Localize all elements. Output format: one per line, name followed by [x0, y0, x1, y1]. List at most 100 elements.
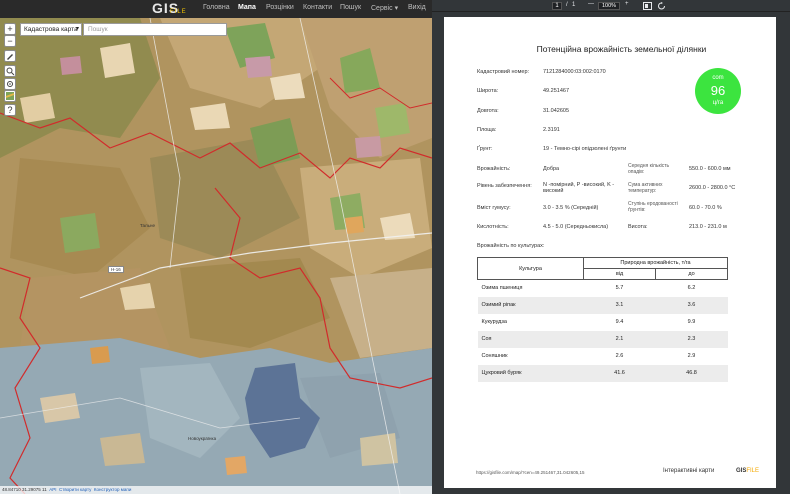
yield-from: 2.6 — [615, 353, 624, 359]
table-row: Цукровий буряк 41.6 46.8 — [477, 364, 728, 382]
temperature-value: 2600.0 - 2800.0 °C — [689, 185, 736, 191]
nav-home[interactable]: Головна — [203, 4, 230, 11]
crop-yield-table: Культура Природна врожайність, т/га від … — [477, 257, 728, 382]
area-value: 2.3191 — [543, 127, 560, 133]
badge-top-text: com — [712, 75, 724, 81]
zoom-out-button[interactable]: − — [4, 35, 16, 47]
yield-to: 6.2 — [687, 285, 696, 292]
supply-label: Рівень забезпечення: — [477, 183, 532, 189]
precipitation-label: Середня кількість опадів: — [628, 163, 670, 175]
temperature-label: Сума активних температур: — [628, 182, 663, 194]
search-tool-button[interactable] — [4, 65, 16, 77]
acidity-value: 4.5 - 5.0 (Середньокисла) — [543, 224, 609, 230]
nav-logout[interactable]: Вихід — [408, 4, 426, 11]
page-total: 1 — [572, 2, 576, 8]
crop-name: Соняшник — [481, 353, 508, 359]
area-label: Площа: — [477, 127, 497, 133]
height-value: 213.0 - 231.0 м — [689, 224, 727, 230]
yield-from: 41.6 — [583, 364, 656, 382]
precipitation-value: 550.0 - 600.0 мм — [689, 166, 731, 172]
yield-from: 3.1 — [583, 296, 656, 314]
nav-search[interactable]: Пошук — [340, 4, 361, 11]
layers-button[interactable] — [4, 90, 16, 102]
yield-to: 2.9 — [687, 353, 696, 359]
column-from: від — [583, 268, 656, 280]
target-icon — [7, 81, 13, 87]
footer-logo: GISFILE — [736, 468, 759, 474]
crops-heading: Врожайність по культурах: — [477, 243, 545, 249]
longitude-label: Довгота: — [477, 108, 499, 114]
rotate-icon[interactable] — [657, 2, 666, 10]
nav-pricing[interactable]: Розцінки — [266, 4, 294, 11]
crop-name: Озимий ріпак — [477, 296, 584, 314]
humus-label: Вміст гумусу: — [477, 205, 511, 211]
crop-name: Озима пшениця — [481, 285, 523, 292]
crop-name: Соя — [477, 330, 584, 348]
place-label: Тальне — [140, 223, 156, 228]
yield-from: 9.4 — [615, 319, 624, 325]
logo-subtext: FILE — [170, 9, 187, 15]
nav-contacts[interactable]: Контакти — [303, 4, 332, 11]
supply-value: N -помірний, P -високий, K - високий — [543, 182, 615, 194]
crop-name: Кукурудза — [481, 319, 507, 325]
create-map-link[interactable]: Створити карту — [59, 487, 91, 492]
chevron-down-icon: ▾ — [75, 26, 79, 32]
column-to: до — [655, 268, 728, 280]
map-attribution: 48.84710 31.29075 11 API Створити карту … — [0, 486, 432, 494]
draw-tool-button[interactable] — [4, 50, 16, 62]
layers-icon — [5, 92, 15, 100]
badge-unit: ц/га — [712, 100, 724, 106]
nav-service[interactable]: Сервіс ▾ — [371, 4, 398, 12]
map-builder-link[interactable]: Конструктор мапи — [94, 487, 131, 492]
locate-button[interactable] — [4, 78, 16, 90]
fertility-label: Врожайність: — [477, 166, 511, 172]
help-button[interactable]: ? — [4, 104, 16, 116]
table-row: Соя 2.1 2.3 — [477, 330, 728, 348]
yield-to: 3.6 — [655, 296, 728, 314]
table-row: Кукурудза 9.4 9.9 — [478, 314, 728, 331]
nav-map[interactable]: Мапа — [238, 4, 256, 11]
acidity-label: Кислотність: — [477, 224, 509, 230]
fertility-value: Добра — [543, 166, 560, 172]
soil-value: 19 - Темно-сірі опідзолені ґрунти — [543, 146, 627, 152]
page-number-input[interactable]: 1 — [552, 2, 562, 10]
footer-url: https://gisfile.com/map/?cen=49.251467,3… — [476, 470, 585, 475]
footer-logo-main: GIS — [736, 468, 747, 474]
yield-to: 9.9 — [687, 319, 696, 325]
yield-to: 46.8 — [655, 364, 728, 382]
humus-value: 3.0 - 3.5 % (Середній) — [543, 205, 599, 211]
table-row: Озимий ріпак 3.1 3.6 — [477, 296, 728, 314]
nav-service-label: Сервіс — [371, 5, 393, 12]
layer-select[interactable]: Кадастрова карта ▾ — [20, 23, 82, 36]
pdf-toolbar: 1 / 1 — 100% + — [432, 0, 790, 12]
map-canvas — [0, 18, 432, 494]
fertility-score-badge: com 96 ц/га — [695, 68, 741, 114]
yield-to: 2.3 — [655, 330, 728, 348]
zoom-in-pdf-button[interactable]: + — [625, 1, 629, 7]
api-link[interactable]: API — [49, 487, 56, 492]
longitude-value: 31.042605 — [543, 108, 569, 114]
fit-page-icon[interactable] — [643, 2, 652, 10]
crop-name: Цукровий буряк — [477, 364, 584, 382]
place-label: Новоукраїнка — [188, 436, 217, 441]
table-row: Соняшник 2.6 2.9 — [478, 348, 728, 365]
badge-score: 96 — [710, 83, 726, 98]
footer-logo-sub: FILE — [746, 468, 760, 474]
erosion-value: 60.0 - 70.0 % — [689, 205, 722, 211]
column-crop: Культура — [477, 257, 584, 280]
map-search-input[interactable]: Пошук — [83, 23, 227, 36]
zoom-out-pdf-button[interactable]: — — [588, 1, 594, 7]
soil-map[interactable]: Кадастрова карта ▾ Пошук + − ? Н-16 Таль… — [0, 18, 432, 494]
chevron-down-icon: ▾ — [394, 5, 399, 12]
magnifier-icon — [6, 67, 15, 76]
zoom-level-input[interactable]: 100% — [598, 2, 620, 10]
height-label: Висота: — [628, 224, 648, 230]
cadastral-value: 7121284000:03:002:0170 — [543, 69, 606, 75]
gisfile-logo[interactable]: GIS FILE — [152, 0, 188, 18]
erosion-label: Ступінь еродованості ґрунтів: — [628, 201, 678, 213]
zoom-in-button[interactable]: + — [4, 23, 16, 35]
soil-label: Ґрунт: — [477, 146, 493, 152]
yield-from: 2.1 — [583, 330, 656, 348]
report-title: Потенційна врожайність земельної ділянки — [536, 44, 707, 54]
page-separator: / — [566, 2, 568, 8]
